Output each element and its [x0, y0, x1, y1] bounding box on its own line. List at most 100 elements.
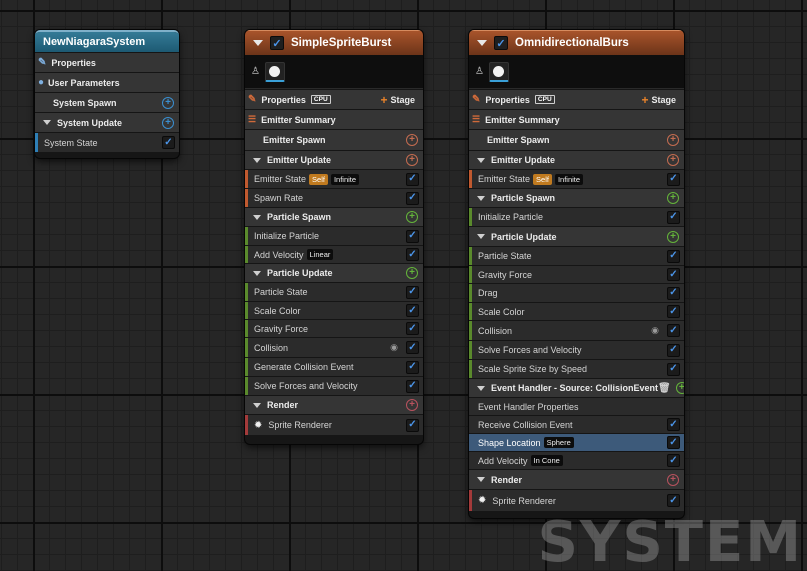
spawn-rate-module[interactable]: Spawn Rate ✓	[245, 188, 423, 207]
enable-checkbox[interactable]: ✓	[667, 343, 680, 357]
system-node[interactable]: NewNiagaraSystem ✎ Properties ● User Par…	[35, 30, 179, 158]
scale-color-module[interactable]: Scale Color ✓	[469, 302, 684, 320]
collapse-caret-icon[interactable]	[253, 40, 263, 46]
emitter-thumbnail[interactable]	[488, 61, 509, 82]
emitter-summary-row[interactable]: ☰ Emitter Summary	[469, 109, 684, 129]
sprite-renderer-module[interactable]: ✹ Sprite Renderer ✓	[245, 414, 423, 435]
render-header[interactable]: Render +	[245, 395, 423, 414]
enable-checkbox[interactable]: ✓	[406, 304, 419, 317]
system-update-header[interactable]: System Update +	[35, 112, 179, 132]
particle-update-header[interactable]: Particle Update +	[469, 226, 684, 246]
particle-spawn-header[interactable]: Particle Spawn +	[469, 188, 684, 207]
initialize-particle-module[interactable]: Initialize Particle ✓	[469, 207, 684, 226]
add-module-icon[interactable]: +	[667, 154, 679, 166]
enable-checkbox[interactable]: ✓	[406, 379, 419, 393]
emitter-update-header[interactable]: Emitter Update +	[245, 150, 423, 169]
collapse-caret-icon[interactable]	[477, 385, 485, 391]
emitter-spawn-header[interactable]: Emitter Spawn +	[245, 129, 423, 150]
add-module-icon[interactable]: +	[406, 211, 418, 223]
emitter-state-module[interactable]: Emitter State Self Infinite ✓	[469, 169, 684, 188]
emitter-title-bar[interactable]: ✓ OmnidirectionalBurs	[469, 30, 684, 55]
emitter-properties-row[interactable]: ✎ Properties CPU + Stage	[469, 89, 684, 109]
emitter-node-simple-sprite-burst[interactable]: ✓ SimpleSpriteBurst ♙ ✎ Properties CPU +…	[245, 30, 423, 444]
enable-checkbox[interactable]: ✓	[406, 191, 419, 205]
add-module-icon[interactable]: +	[667, 230, 679, 243]
enable-checkbox[interactable]: ✓	[406, 229, 419, 243]
event-handler-header[interactable]: Event Handler - Source: CollisionEvent 🗑…	[469, 378, 684, 397]
emitter-enable-checkbox[interactable]: ✓	[270, 36, 284, 50]
collapse-caret-icon[interactable]	[43, 120, 51, 125]
particle-spawn-header[interactable]: Particle Spawn +	[245, 207, 423, 226]
particle-update-header[interactable]: Particle Update +	[245, 263, 423, 282]
solve-forces-module[interactable]: Solve Forces and Velocity ✓	[245, 376, 423, 395]
add-renderer-icon[interactable]: +	[667, 473, 679, 486]
emitter-properties-row[interactable]: ✎ Properties CPU + Stage	[245, 89, 423, 109]
eye-icon[interactable]: ◉	[651, 325, 659, 336]
enable-checkbox[interactable]: ✓	[406, 322, 419, 335]
enable-checkbox[interactable]: ✓	[667, 436, 680, 449]
enable-checkbox[interactable]: ✓	[667, 305, 680, 318]
enable-checkbox[interactable]: ✓	[406, 248, 419, 261]
shape-location-module[interactable]: Shape Location Sphere ✓	[469, 433, 684, 451]
receive-collision-event-module[interactable]: Receive Collision Event ✓	[469, 415, 684, 433]
initialize-particle-module[interactable]: Initialize Particle ✓	[245, 226, 423, 245]
particle-state-module[interactable]: Particle State ✓	[469, 246, 684, 265]
collapse-caret-icon[interactable]	[253, 157, 261, 163]
collision-module[interactable]: Collision ◉ ✓	[245, 337, 423, 357]
enable-checkbox[interactable]: ✓	[667, 210, 680, 224]
emitter-node-omnidirectional-burst[interactable]: ✓ OmnidirectionalBurs ♙ ✎ Properties CPU…	[469, 30, 684, 518]
generate-collision-event-module[interactable]: Generate Collision Event ✓	[245, 357, 423, 376]
add-module-icon[interactable]: +	[406, 134, 418, 146]
enable-checkbox[interactable]: ✓	[667, 268, 680, 281]
add-velocity-module[interactable]: Add Velocity In Cone ✓	[469, 451, 684, 469]
collapse-caret-icon[interactable]	[253, 402, 261, 408]
enable-checkbox[interactable]: ✓	[667, 286, 680, 300]
enable-checkbox[interactable]: ✓	[406, 341, 419, 354]
emitter-state-module[interactable]: Emitter State Self Infinite ✓	[245, 169, 423, 188]
collapse-caret-icon[interactable]	[477, 40, 487, 46]
render-header[interactable]: Render +	[469, 469, 684, 489]
gravity-force-module[interactable]: Gravity Force ✓	[245, 319, 423, 337]
solve-forces-module[interactable]: Solve Forces and Velocity ✓	[469, 340, 684, 359]
particle-state-module[interactable]: Particle State ✓	[245, 282, 423, 301]
scale-color-module[interactable]: Scale Color ✓	[245, 301, 423, 319]
drag-module[interactable]: Drag ✓	[469, 283, 684, 302]
add-module-icon[interactable]: +	[406, 154, 418, 166]
emitter-update-header[interactable]: Emitter Update +	[469, 150, 684, 169]
collapse-caret-icon[interactable]	[477, 477, 485, 482]
collapse-caret-icon[interactable]	[477, 195, 485, 201]
enable-checkbox[interactable]: ✓	[406, 418, 419, 432]
enable-checkbox[interactable]: ✓	[667, 418, 680, 431]
event-handler-properties-row[interactable]: Event Handler Properties	[469, 397, 684, 415]
add-module-icon[interactable]: +	[162, 116, 174, 129]
emitter-enable-checkbox[interactable]: ✓	[494, 36, 508, 50]
system-state-module[interactable]: System State ✓	[35, 132, 179, 152]
add-module-icon[interactable]: +	[667, 134, 679, 146]
add-module-icon[interactable]: +	[667, 192, 679, 204]
collapse-caret-icon[interactable]	[253, 214, 261, 220]
trash-icon[interactable]: 🗑	[658, 383, 671, 394]
user-parameters-row[interactable]: ● User Parameters	[35, 72, 179, 92]
enable-checkbox[interactable]: ✓	[667, 324, 680, 337]
collapse-caret-icon[interactable]	[477, 234, 485, 239]
gravity-force-module[interactable]: Gravity Force ✓	[469, 265, 684, 283]
enable-checkbox[interactable]: ✓	[406, 285, 419, 299]
add-module-icon[interactable]: +	[675, 382, 684, 394]
emitter-spawn-header[interactable]: Emitter Spawn +	[469, 129, 684, 150]
add-velocity-module[interactable]: Add Velocity Linear ✓	[245, 245, 423, 263]
system-node-title[interactable]: NewNiagaraSystem	[35, 32, 179, 52]
sprite-renderer-module[interactable]: ✹ Sprite Renderer ✓	[469, 489, 684, 511]
collision-module[interactable]: Collision ◉ ✓	[469, 320, 684, 340]
eye-icon[interactable]: ◉	[390, 342, 398, 353]
enable-checkbox[interactable]: ✓	[162, 136, 175, 149]
collapse-caret-icon[interactable]	[253, 270, 261, 276]
emitter-name[interactable]: SimpleSpriteBurst	[291, 37, 391, 49]
system-spawn-header[interactable]: System Spawn +	[35, 92, 179, 112]
add-module-icon[interactable]: +	[162, 96, 174, 109]
emitter-name[interactable]: OmnidirectionalBurs	[515, 37, 629, 49]
add-renderer-icon[interactable]: +	[406, 399, 418, 411]
scale-sprite-size-module[interactable]: Scale Sprite Size by Speed ✓	[469, 359, 684, 378]
enable-checkbox[interactable]: ✓	[667, 172, 680, 186]
add-stage-button[interactable]: + Stage	[641, 94, 676, 106]
enable-checkbox[interactable]: ✓	[406, 360, 419, 374]
